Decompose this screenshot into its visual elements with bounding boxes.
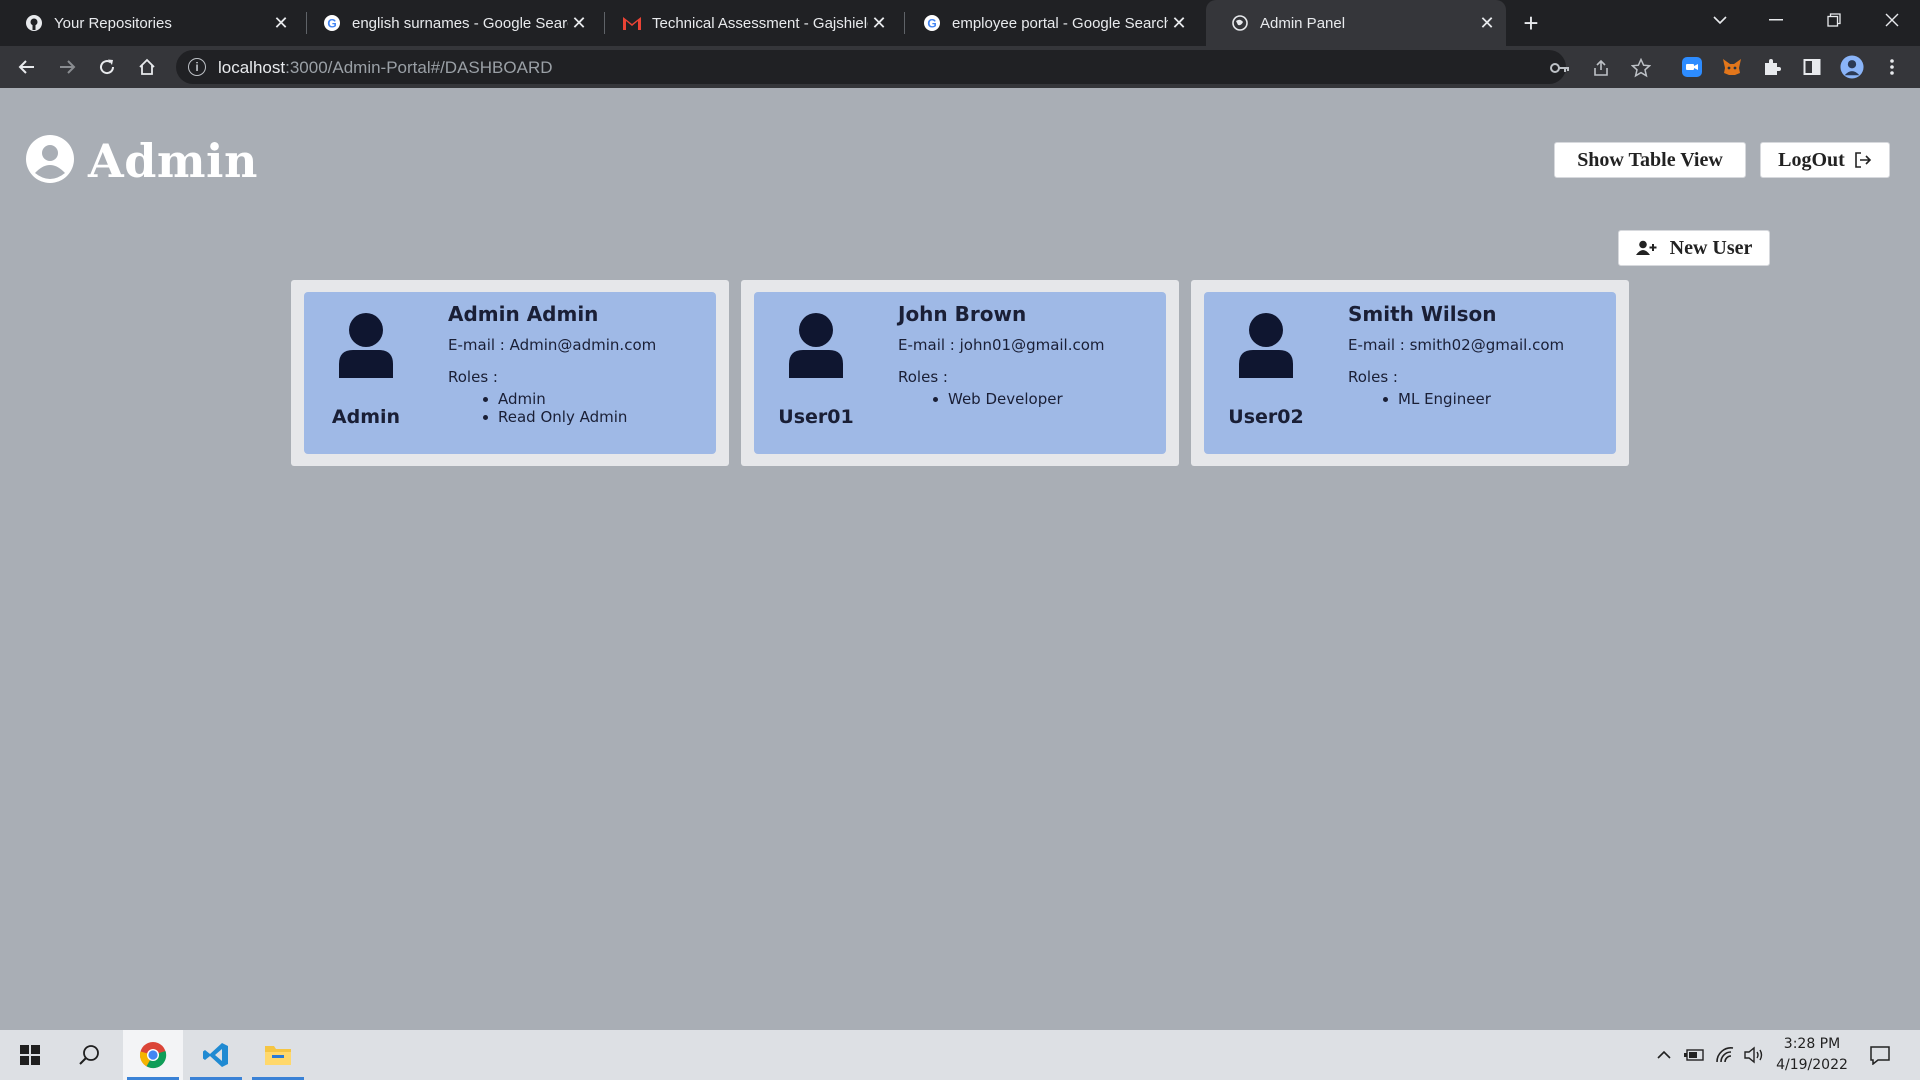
tab-title: employee portal - Google Search [952, 14, 1168, 32]
tab-title: Admin Panel [1260, 14, 1346, 32]
metamask-extension-icon[interactable] [1720, 55, 1744, 79]
window-close-icon[interactable] [1864, 0, 1920, 40]
user-avatar-icon [1236, 312, 1296, 378]
email-text: E-mail : Admin@admin.com [448, 336, 657, 354]
role-item: ML Engineer [1383, 390, 1491, 408]
github-icon [24, 13, 44, 33]
username-label: User02 [1228, 406, 1304, 428]
new-tab-button[interactable]: + [1516, 8, 1546, 38]
full-name: John Brown [898, 302, 1027, 326]
show-table-view-button[interactable]: Show Table View [1554, 142, 1746, 178]
tab-your-repositories[interactable]: Your Repositories ✕ [0, 0, 300, 46]
logout-label: LogOut [1778, 148, 1845, 171]
globe-icon [1230, 13, 1250, 33]
home-icon[interactable] [131, 51, 163, 83]
google-icon: G [922, 13, 942, 33]
browser-tab-strip: Your Repositories ✕ G english surnames -… [0, 0, 1920, 46]
notification-icon[interactable] [1868, 1043, 1892, 1067]
svg-text:G: G [327, 17, 336, 31]
user-card[interactable]: User01 John Brown E-mail : john01@gmail.… [754, 292, 1166, 454]
restore-icon[interactable] [1806, 0, 1862, 40]
tab-technical-assessment[interactable]: Technical Assessment - Gajshield ✕ [598, 0, 898, 46]
username-label: User01 [778, 406, 854, 428]
user-card-frame: User02 Smith Wilson E-mail : smith02@gma… [1191, 280, 1629, 466]
roles-label: Roles : [448, 368, 498, 386]
logout-button[interactable]: LogOut [1760, 142, 1890, 178]
username-label: Admin [331, 406, 401, 428]
url-text: localhost:3000/Admin-Portal#/DASHBOARD [218, 58, 553, 77]
minimize-icon[interactable] [1748, 0, 1804, 40]
tab-admin-panel[interactable]: Admin Panel ✕ [1206, 0, 1506, 46]
roles-label: Roles : [898, 368, 948, 386]
tab-employee-portal[interactable]: G employee portal - Google Search ✕ [898, 0, 1198, 46]
email-text: E-mail : john01@gmail.com [898, 336, 1105, 354]
tab-search-icon[interactable] [1692, 0, 1748, 40]
vscode-taskbar-icon[interactable] [186, 1030, 246, 1080]
full-name: Admin Admin [448, 302, 599, 326]
user-avatar-icon [336, 312, 396, 378]
new-user-button[interactable]: New User [1618, 230, 1770, 266]
roles-list: Admin Read Only Admin [482, 390, 628, 426]
email-text: E-mail : smith02@gmail.com [1348, 336, 1565, 354]
user-circle-icon [26, 134, 74, 188]
browser-toolbar: i localhost:3000/Admin-Portal#/DASHBOARD [0, 46, 1920, 88]
google-icon: G [322, 13, 342, 33]
back-icon[interactable] [11, 51, 43, 83]
new-user-label: New User [1669, 236, 1753, 259]
user-avatar-icon [786, 312, 846, 378]
user-plus-icon [1635, 240, 1658, 256]
close-icon[interactable]: ✕ [868, 12, 890, 34]
gmail-icon [622, 13, 642, 33]
file-explorer-taskbar-icon[interactable] [248, 1030, 308, 1080]
close-icon[interactable]: ✕ [568, 12, 590, 34]
user-card-frame: User01 John Brown E-mail : john01@gmail.… [741, 280, 1179, 466]
info-icon[interactable]: i [188, 58, 206, 76]
roles-list: Web Developer [933, 390, 1063, 408]
clock-time: 3:28 PM [1783, 1036, 1841, 1052]
user-card[interactable]: User02 Smith Wilson E-mail : smith02@gma… [1204, 292, 1616, 454]
bookmark-star-icon[interactable] [1629, 56, 1653, 80]
clock-date: 4/19/2022 [1776, 1057, 1848, 1073]
page-header: Admin [26, 134, 258, 188]
more-menu-icon[interactable] [1880, 55, 1904, 79]
battery-icon[interactable] [1682, 1043, 1706, 1067]
close-icon[interactable]: ✕ [1476, 12, 1498, 34]
forward-icon[interactable] [51, 51, 83, 83]
close-icon[interactable]: ✕ [270, 12, 292, 34]
role-item: Read Only Admin [482, 408, 628, 426]
key-icon[interactable] [1548, 56, 1572, 80]
chevron-up-icon[interactable] [1652, 1043, 1676, 1067]
page-title: Admin [88, 134, 258, 188]
windows-taskbar: 3:28 PM 4/19/2022 [0, 1030, 1920, 1080]
role-item: Admin [482, 390, 627, 408]
svg-text:G: G [927, 17, 936, 31]
tab-title: english surnames - Google Search [352, 14, 568, 32]
search-icon[interactable] [60, 1030, 120, 1080]
tab-title: Your Repositories [54, 14, 172, 32]
profile-avatar[interactable] [1840, 55, 1864, 79]
full-name: Smith Wilson [1348, 302, 1497, 326]
user-card[interactable]: Admin Admin Admin E-mail : Admin@admin.c… [304, 292, 716, 454]
system-clock[interactable]: 3:28 PM 4/19/2022 [1756, 1034, 1868, 1076]
share-icon[interactable] [1589, 56, 1613, 80]
extensions-puzzle-icon[interactable] [1760, 55, 1784, 79]
close-icon[interactable]: ✕ [1168, 12, 1190, 34]
tab-english-surnames[interactable]: G english surnames - Google Search ✕ [298, 0, 598, 46]
roles-label: Roles : [1348, 368, 1398, 386]
role-item: Web Developer [933, 390, 1063, 408]
wifi-icon[interactable] [1713, 1043, 1737, 1067]
tab-title: Technical Assessment - Gajshield [652, 14, 868, 32]
address-bar[interactable]: i localhost:3000/Admin-Portal#/DASHBOARD [176, 50, 1651, 84]
reload-icon[interactable] [91, 51, 123, 83]
chrome-taskbar-icon[interactable] [123, 1030, 183, 1080]
windows-start-icon[interactable] [0, 1030, 60, 1080]
zoom-extension-icon[interactable] [1680, 55, 1704, 79]
roles-list: ML Engineer [1383, 390, 1491, 408]
user-card-frame: Admin Admin Admin E-mail : Admin@admin.c… [291, 280, 729, 466]
show-table-view-label: Show Table View [1577, 148, 1723, 171]
side-panel-icon[interactable] [1800, 55, 1824, 79]
sign-out-icon [1854, 151, 1872, 169]
